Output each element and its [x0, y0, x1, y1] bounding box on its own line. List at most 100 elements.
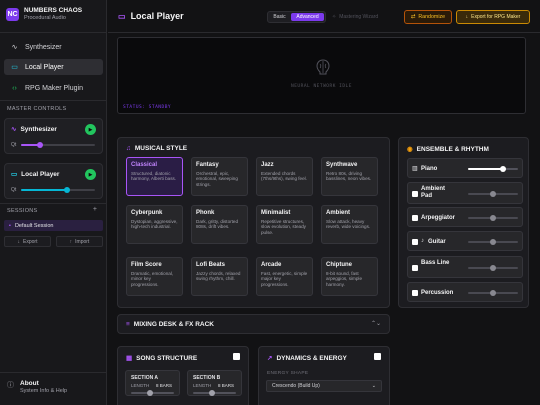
section-a-card: SECTION A LENGTH 8 BARS: [125, 370, 180, 396]
style-card-chiptune[interactable]: Chiptune 8-bit sound, fast arpeggios, sim…: [321, 257, 378, 296]
slider-knob[interactable]: [147, 390, 153, 396]
mastering-wizard-button[interactable]: ✧ Mastering Wizard: [332, 11, 395, 23]
import-session-button[interactable]: ↑ Import: [56, 236, 103, 247]
style-card-jazz[interactable]: Jazz Extended chords (7ths/9ths), swing f…: [256, 157, 313, 196]
energy-shape-select[interactable]: Crescendo (Build Up) ⌄: [266, 380, 382, 392]
mixing-desk-panel[interactable]: ≡ MIXING DESK & FX RACK ⌃⌄: [117, 314, 390, 334]
export-session-button[interactable]: ↓ Export: [4, 236, 51, 247]
guitar-icon: ♪: [421, 238, 424, 244]
slider-knob[interactable]: [209, 390, 215, 396]
slider-knob[interactable]: [490, 239, 496, 245]
volume-slider[interactable]: [468, 290, 518, 296]
divider: [0, 100, 107, 101]
style-name: Ambient: [326, 210, 350, 216]
style-name: Film Score: [131, 262, 162, 268]
style-card-ambient[interactable]: Ambient Slow attack, heavy reverb, wide v…: [321, 205, 378, 244]
style-description: Fast, energetic, simple major key progre…: [261, 271, 308, 287]
header-bar: ▭ Local Player Basic Advanced ✧ Masterin…: [108, 0, 540, 33]
session-item[interactable]: ▪ Default Session: [4, 220, 103, 231]
style-card-lofi-beats[interactable]: Lofi Beats Jazzy chords, relaxed swing rh…: [191, 257, 248, 296]
randomize-button[interactable]: ⇄ Randomize: [404, 10, 452, 24]
code-icon: ‹›: [12, 84, 17, 92]
slider-knob[interactable]: [490, 215, 496, 221]
volume-slider[interactable]: [468, 166, 518, 172]
control-name: Synthesizer: [20, 125, 57, 133]
nav-item-rpg-maker-plugin[interactable]: ‹› RPG Maker Plugin: [4, 80, 103, 96]
style-card-fantasy[interactable]: Fantasy Orchestral, epic, emotional, swee…: [191, 157, 248, 196]
play-button[interactable]: ▶: [85, 124, 96, 135]
style-name: Synthwave: [326, 162, 358, 168]
add-session-button[interactable]: +: [93, 206, 97, 213]
panel-title-text: DYNAMICS & ENERGY: [276, 354, 347, 362]
divider: [0, 372, 107, 373]
volume-slider[interactable]: [468, 265, 518, 271]
energy-shape-label: ENERGY SHAPE: [267, 371, 309, 376]
instrument-checkbox[interactable]: [412, 265, 418, 271]
volume-slider[interactable]: [468, 239, 518, 245]
mode-advanced-button[interactable]: Advanced: [291, 13, 324, 21]
master-controls-label: MASTER CONTROLS: [7, 106, 67, 112]
style-description: Jazzy chords, relaxed swing rhythm, chil…: [196, 271, 241, 282]
divider: [0, 203, 107, 204]
about-subtitle: System Info & Help: [20, 388, 68, 394]
style-card-classical[interactable]: Classical Structured, diatonic harmony, A…: [126, 157, 183, 196]
style-card-cyberpunk[interactable]: Cyberpunk Dystopian, aggressive, high-tec…: [126, 205, 183, 244]
master-control-local-player: ▭ Local Player ▶ Qt: [4, 163, 103, 199]
style-description: Structured, diatonic harmony, Alberti ba…: [131, 171, 177, 182]
instrument-label: Piano: [421, 165, 438, 172]
ensemble-row-guitar: ♪ Guitar: [407, 231, 523, 251]
style-name: Jazz: [261, 162, 274, 168]
nav-label: Synthesizer: [25, 43, 62, 51]
neural-visualizer: NEURAL NETWORK IDLE STATUS: STANDBY: [117, 37, 526, 114]
instrument-checkbox[interactable]: [412, 215, 418, 221]
length-slider[interactable]: [131, 390, 174, 396]
slider-knob[interactable]: [500, 166, 506, 172]
brain-icon: [316, 59, 330, 75]
panel-title-text: MUSICAL STYLE: [134, 145, 188, 152]
info-icon: ⓘ: [7, 382, 14, 389]
style-card-synthwave[interactable]: Synthwave Retro 80s, driving basslines, n…: [321, 157, 378, 196]
export-rpg-maker-button[interactable]: ↓ Export for RPG Maker: [456, 10, 530, 24]
slider-knob[interactable]: [490, 290, 496, 296]
instrument-checkbox[interactable]: [412, 290, 418, 296]
instrument-checkbox[interactable]: [412, 239, 418, 245]
style-card-minimalist[interactable]: Minimalist Repetitive structures, slow ev…: [256, 205, 313, 244]
style-name: Minimalist: [261, 210, 291, 216]
about-link[interactable]: ⓘ About System Info & Help: [7, 380, 67, 394]
folder-icon: ▪: [9, 222, 11, 229]
length-slider[interactable]: [193, 390, 236, 396]
slider-knob[interactable]: [37, 142, 43, 148]
slider-knob[interactable]: [490, 265, 496, 271]
volume-slider[interactable]: [468, 215, 518, 221]
style-card-film-score[interactable]: Film Score Dramatic, emotional, minor key…: [126, 257, 183, 296]
style-description: Orchestral, epic, emotional, sweeping st…: [196, 171, 238, 187]
grid-icon: ▦: [126, 355, 133, 362]
dynamics-checkbox[interactable]: [374, 353, 381, 360]
chevron-down-icon: ⌄: [371, 383, 376, 389]
mode-basic-button[interactable]: Basic: [270, 13, 289, 21]
instrument-checkbox[interactable]: [412, 191, 418, 197]
style-card-phonk[interactable]: Phonk Dark, gritty, distorted 808s, drift…: [191, 205, 248, 244]
slider-knob[interactable]: [63, 187, 70, 193]
play-button[interactable]: ▶: [85, 169, 96, 180]
style-description: Repetitive structures, slow evolution, s…: [261, 219, 306, 235]
nav-item-synthesizer[interactable]: ∿ Synthesizer: [4, 39, 103, 55]
song-structure-checkbox[interactable]: [233, 353, 240, 360]
song-structure-title: ▦ SONG STRUCTURE: [126, 354, 197, 363]
style-description: Extended chords (7ths/9ths), swing feel.: [261, 171, 307, 182]
volume-slider[interactable]: [21, 187, 95, 193]
q-label: Qt: [11, 142, 17, 148]
nav-item-local-player[interactable]: ▭ Local Player: [4, 59, 103, 75]
style-card-arcade[interactable]: Arcade Fast, energetic, simple major key …: [256, 257, 313, 296]
volume-slider[interactable]: [21, 142, 95, 148]
q-label: Qt: [11, 187, 17, 193]
slider-knob[interactable]: [490, 191, 496, 197]
download-icon: ↓: [17, 238, 21, 245]
chevron-updown-icon[interactable]: ⌃⌄: [371, 320, 381, 327]
volume-slider[interactable]: [468, 191, 518, 197]
instrument-label: Ambient Pad: [421, 186, 445, 199]
music-note-icon: ♫: [126, 145, 131, 152]
ensemble-row-arpeggiator: Arpeggiator: [407, 207, 523, 227]
mode-toggle: Basic Advanced: [267, 11, 326, 23]
style-description: Dramatic, emotional, minor key progressi…: [131, 271, 174, 287]
